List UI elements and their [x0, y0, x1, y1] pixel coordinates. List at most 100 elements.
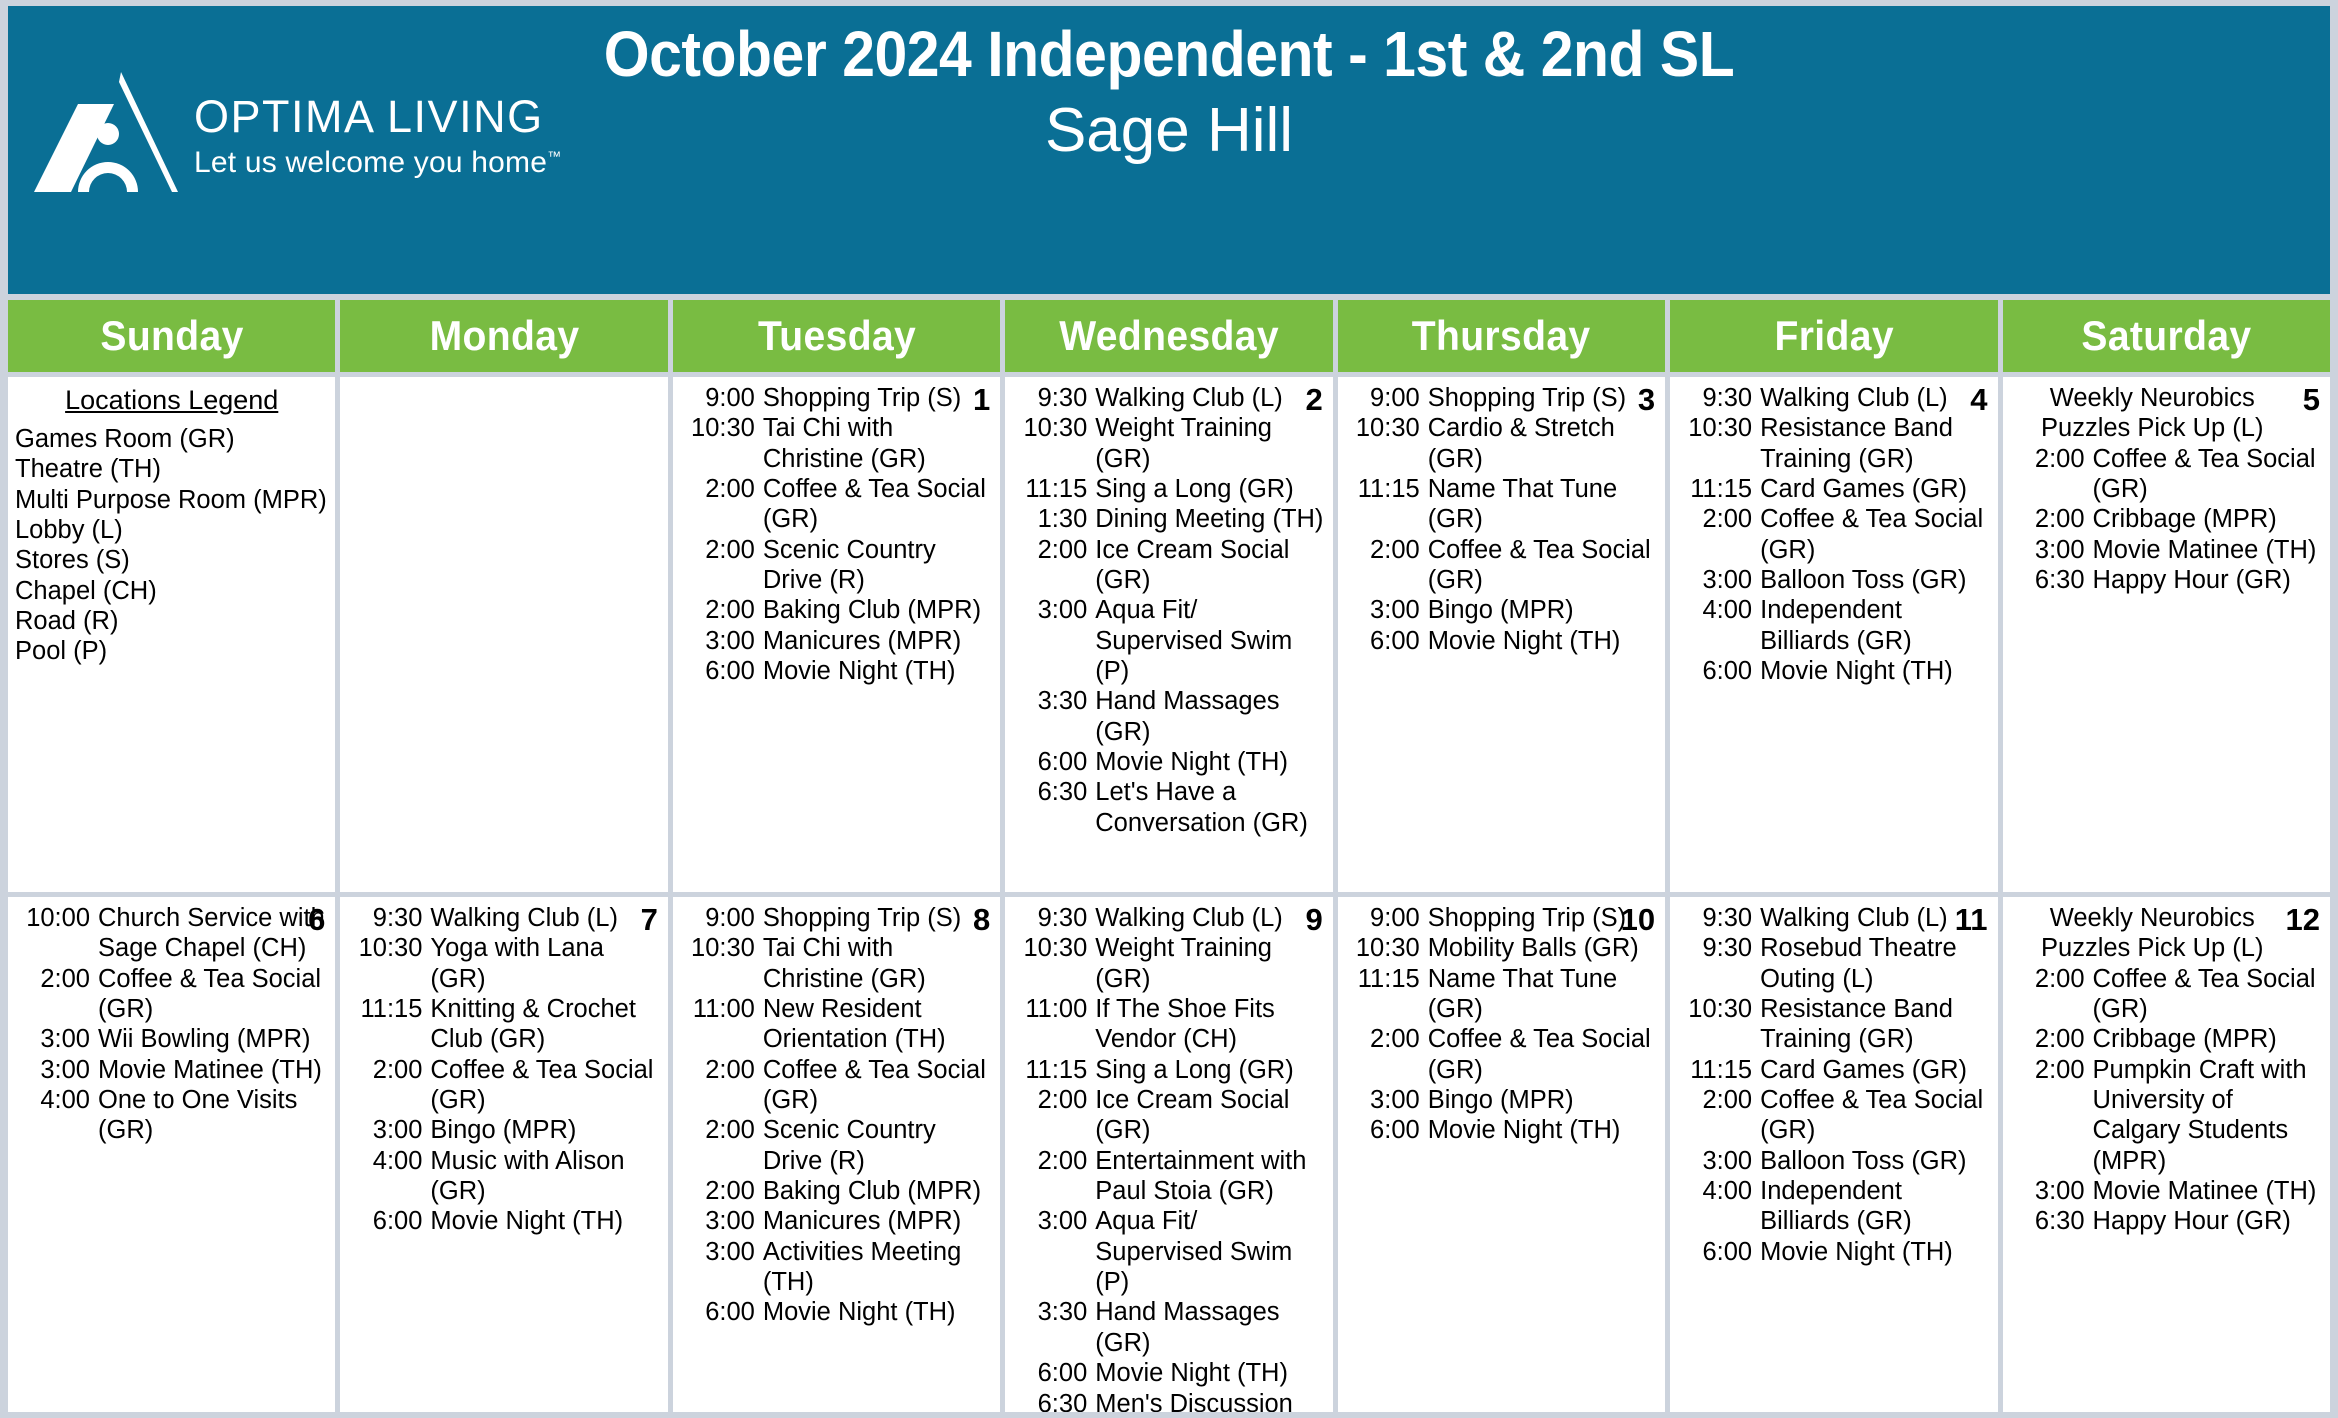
event-item[interactable]: 9:30 Walking Club (L)	[347, 903, 660, 933]
event-item[interactable]: 6:00 Movie Night (TH)	[1345, 1115, 1658, 1145]
event-item[interactable]: 9:30 Walking Club (L)	[1677, 903, 1990, 933]
event-item[interactable]: 9:00 Shopping Trip (S)	[680, 903, 993, 933]
event-item[interactable]: 6:30 Let's Have a Conversation (GR)	[1012, 777, 1325, 838]
event-item[interactable]: 6:00 Movie Night (TH)	[1345, 626, 1658, 656]
event-item[interactable]: Weekly Neurobics Puzzles Pick Up (L)	[2010, 903, 2323, 964]
day-cell-6[interactable]: 6 10:00 Church Service with Sage Chapel (C…	[8, 897, 336, 1412]
event-item[interactable]: 3:30 Hand Massages (GR)	[1012, 686, 1325, 747]
event-item[interactable]: 6:00 Movie Night (TH)	[1012, 1358, 1325, 1388]
event-item[interactable]: 11:00 If The Shoe Fits Vendor (CH)	[1012, 994, 1325, 1055]
event-description: Sing a Long (GR)	[1095, 475, 1294, 504]
event-item[interactable]: 6:00 Movie Night (TH)	[1677, 1237, 1990, 1267]
event-item[interactable]: 10:30 Resistance Band Training (GR)	[1677, 413, 1990, 474]
event-item[interactable]: 2:00 Coffee & Tea Social (GR)	[2010, 964, 2323, 1025]
event-item[interactable]: 3:00 Manicures (MPR)	[680, 626, 993, 656]
event-item[interactable]: 9:00 Shopping Trip (S)	[1345, 383, 1658, 413]
event-item[interactable]: 3:00 Bingo (MPR)	[347, 1115, 660, 1145]
event-item[interactable]: 10:30 Weight Training (GR)	[1012, 933, 1325, 994]
event-item[interactable]: 11:15 Sing a Long (GR)	[1012, 474, 1325, 504]
event-item[interactable]: 11:15 Sing a Long (GR)	[1012, 1055, 1325, 1085]
event-item[interactable]: 10:30 Mobility Balls (GR)	[1345, 933, 1658, 963]
event-item[interactable]: 11:15 Knitting & Crochet Club (GR)	[347, 994, 660, 1055]
day-cell-8[interactable]: 8 9:00 Shopping Trip (S) 10:30 Tai Chi with …	[672, 897, 1001, 1412]
event-item[interactable]: 1:30 Dining Meeting (TH)	[1012, 504, 1325, 534]
event-item[interactable]: 11:15 Card Games (GR)	[1677, 474, 1990, 504]
event-item[interactable]: 9:30 Walking Club (L)	[1012, 903, 1325, 933]
event-item[interactable]: 6:30 Happy Hour (GR)	[2010, 565, 2323, 595]
event-item[interactable]: 2:00 Coffee & Tea Social (GR)	[347, 1055, 660, 1116]
event-item[interactable]: 3:00 Balloon Toss (GR)	[1677, 1146, 1990, 1176]
event-item[interactable]: 2:00 Coffee & Tea Social (GR)	[1345, 535, 1658, 596]
event-item[interactable]: 6:30 Happy Hour (GR)	[2010, 1206, 2323, 1236]
event-item[interactable]: 2:00 Entertainment with Paul Stoia (GR)	[1012, 1146, 1325, 1207]
event-item[interactable]: 2:00 Coffee & Tea Social (GR)	[1677, 504, 1990, 565]
event-item[interactable]: 3:00 Activities Meeting (TH)	[680, 1237, 993, 1298]
event-item[interactable]: 2:00 Baking Club (MPR)	[680, 595, 993, 625]
day-cell-5[interactable]: 5 Weekly Neurobics Puzzles Pick Up (L) 2:0…	[2002, 377, 2330, 892]
event-time: 9:30	[1037, 904, 1088, 932]
event-item[interactable]: 3:00 Movie Matinee (TH)	[2010, 1176, 2323, 1206]
event-item[interactable]: 3:00 Manicures (MPR)	[680, 1206, 993, 1236]
day-cell-11[interactable]: 11 9:30 Walking Club (L) 9:30 Rosebud Theatr…	[1670, 897, 1998, 1412]
event-item[interactable]: 2:00 Scenic Country Drive (R)	[680, 1115, 993, 1176]
event-item[interactable]: 3:30 Hand Massages (GR)	[1012, 1297, 1325, 1358]
day-cell-9[interactable]: 9 9:30 Walking Club (L) 10:30 Weight Trainin…	[1005, 897, 1333, 1413]
event-item[interactable]: 4:00 Music with Alison (GR)	[347, 1146, 660, 1207]
event-item[interactable]: 6:00 Movie Night (TH)	[347, 1206, 660, 1236]
event-item[interactable]: 6:00 Movie Night (TH)	[680, 1297, 993, 1327]
day-cell-10[interactable]: 10 9:00 Shopping Trip (S) 10:30 Mobility Bal…	[1337, 897, 1666, 1412]
day-cell-12[interactable]: 12 Weekly Neurobics Puzzles Pick Up (L) 2:…	[2002, 897, 2330, 1412]
event-item[interactable]: 2:00 Cribbage (MPR)	[2010, 504, 2323, 534]
day-cell-2[interactable]: 2 9:30 Walking Club (L) 10:30 Weight Trainin…	[1005, 377, 1333, 892]
event-item[interactable]: 6:00 Movie Night (TH)	[680, 656, 993, 686]
event-item[interactable]: 10:30 Weight Training (GR)	[1012, 413, 1325, 474]
event-item[interactable]: 4:00 One to One Visits (GR)	[15, 1085, 328, 1146]
event-item[interactable]: 10:30 Cardio & Stretch (GR)	[1345, 413, 1658, 474]
day-cell-4[interactable]: 4 9:30 Walking Club (L) 10:30 Resistance Ban…	[1670, 377, 1998, 892]
event-item[interactable]: 2:00 Cribbage (MPR)	[2010, 1024, 2323, 1054]
event-item[interactable]: 2:00 Coffee & Tea Social (GR)	[15, 964, 328, 1025]
event-item[interactable]: 3:00 Movie Matinee (TH)	[2010, 535, 2323, 565]
day-cell-1[interactable]: 1 9:00 Shopping Trip (S) 10:30 Tai Chi with …	[672, 377, 1001, 892]
event-item[interactable]: 10:30 Resistance Band Training (GR)	[1677, 994, 1990, 1055]
event-item[interactable]: 2:00 Ice Cream Social (GR)	[1012, 1085, 1325, 1146]
event-item[interactable]: 3:00 Balloon Toss (GR)	[1677, 565, 1990, 595]
event-item[interactable]: 3:00 Bingo (MPR)	[1345, 595, 1658, 625]
day-cell-7[interactable]: 7 9:30 Walking Club (L) 10:30 Yoga with Lana…	[340, 897, 668, 1412]
event-item[interactable]: 3:00 Aqua Fit/ Supervised Swim (P)	[1012, 1206, 1325, 1297]
event-item[interactable]: 3:00 Wii Bowling (MPR)	[15, 1024, 328, 1054]
event-item[interactable]: 6:00 Movie Night (TH)	[1677, 656, 1990, 686]
event-item[interactable]: 11:00 New Resident Orientation (TH)	[680, 994, 993, 1055]
event-item[interactable]: 6:00 Movie Night (TH)	[1012, 747, 1325, 777]
event-item[interactable]: 2:00 Scenic Country Drive (R)	[680, 535, 993, 596]
event-item[interactable]: 2:00 Ice Cream Social (GR)	[1012, 535, 1325, 596]
event-item[interactable]: 4:00 Independent Billiards (GR)	[1677, 595, 1990, 656]
event-item[interactable]: 10:00 Church Service with Sage Chapel (CH…	[15, 903, 328, 964]
event-item[interactable]: 3:00 Bingo (MPR)	[1345, 1085, 1658, 1115]
event-item[interactable]: 2:00 Baking Club (MPR)	[680, 1176, 993, 1206]
event-item[interactable]: 11:15 Name That Tune (GR)	[1345, 964, 1658, 1025]
event-item[interactable]: 9:30 Walking Club (L)	[1677, 383, 1990, 413]
event-item[interactable]: 9:00 Shopping Trip (S)	[680, 383, 993, 413]
day-cell-3[interactable]: 3 9:00 Shopping Trip (S) 10:30 Cardio & Stre…	[1337, 377, 1666, 892]
event-item[interactable]: 2:00 Coffee & Tea Social (GR)	[680, 474, 993, 535]
event-item[interactable]: 11:15 Name That Tune (GR)	[1345, 474, 1658, 535]
event-item[interactable]: 4:00 Independent Billiards (GR)	[1677, 1176, 1990, 1237]
day-number: 4	[1970, 382, 1988, 417]
event-item[interactable]: 3:00 Movie Matinee (TH)	[15, 1055, 328, 1085]
event-item[interactable]: 10:30 Yoga with Lana (GR)	[347, 933, 660, 994]
event-item[interactable]: 2:00 Coffee & Tea Social (GR)	[1677, 1085, 1990, 1146]
event-item[interactable]: 2:00 Coffee & Tea Social (GR)	[2010, 444, 2323, 505]
event-item[interactable]: 9:30 Walking Club (L)	[1012, 383, 1325, 413]
event-item[interactable]: 2:00 Pumpkin Craft with University of Cal…	[2010, 1055, 2323, 1176]
event-item[interactable]: 3:00 Aqua Fit/ Supervised Swim (P)	[1012, 595, 1325, 686]
event-item[interactable]: 6:30 Men's Discussion Group (MPR)	[1012, 1389, 1325, 1413]
event-item[interactable]: 9:30 Rosebud Theatre Outing (L)	[1677, 933, 1990, 994]
event-item[interactable]: 10:30 Tai Chi with Christine (GR)	[680, 413, 993, 474]
event-item[interactable]: 10:30 Tai Chi with Christine (GR)	[680, 933, 993, 994]
event-item[interactable]: 11:15 Card Games (GR)	[1677, 1055, 1990, 1085]
event-item[interactable]: 2:00 Coffee & Tea Social (GR)	[1345, 1024, 1658, 1085]
event-item[interactable]: Weekly Neurobics Puzzles Pick Up (L)	[2010, 383, 2323, 444]
event-item[interactable]: 9:00 Shopping Trip (S)	[1345, 903, 1658, 933]
event-item[interactable]: 2:00 Coffee & Tea Social (GR)	[680, 1055, 993, 1116]
